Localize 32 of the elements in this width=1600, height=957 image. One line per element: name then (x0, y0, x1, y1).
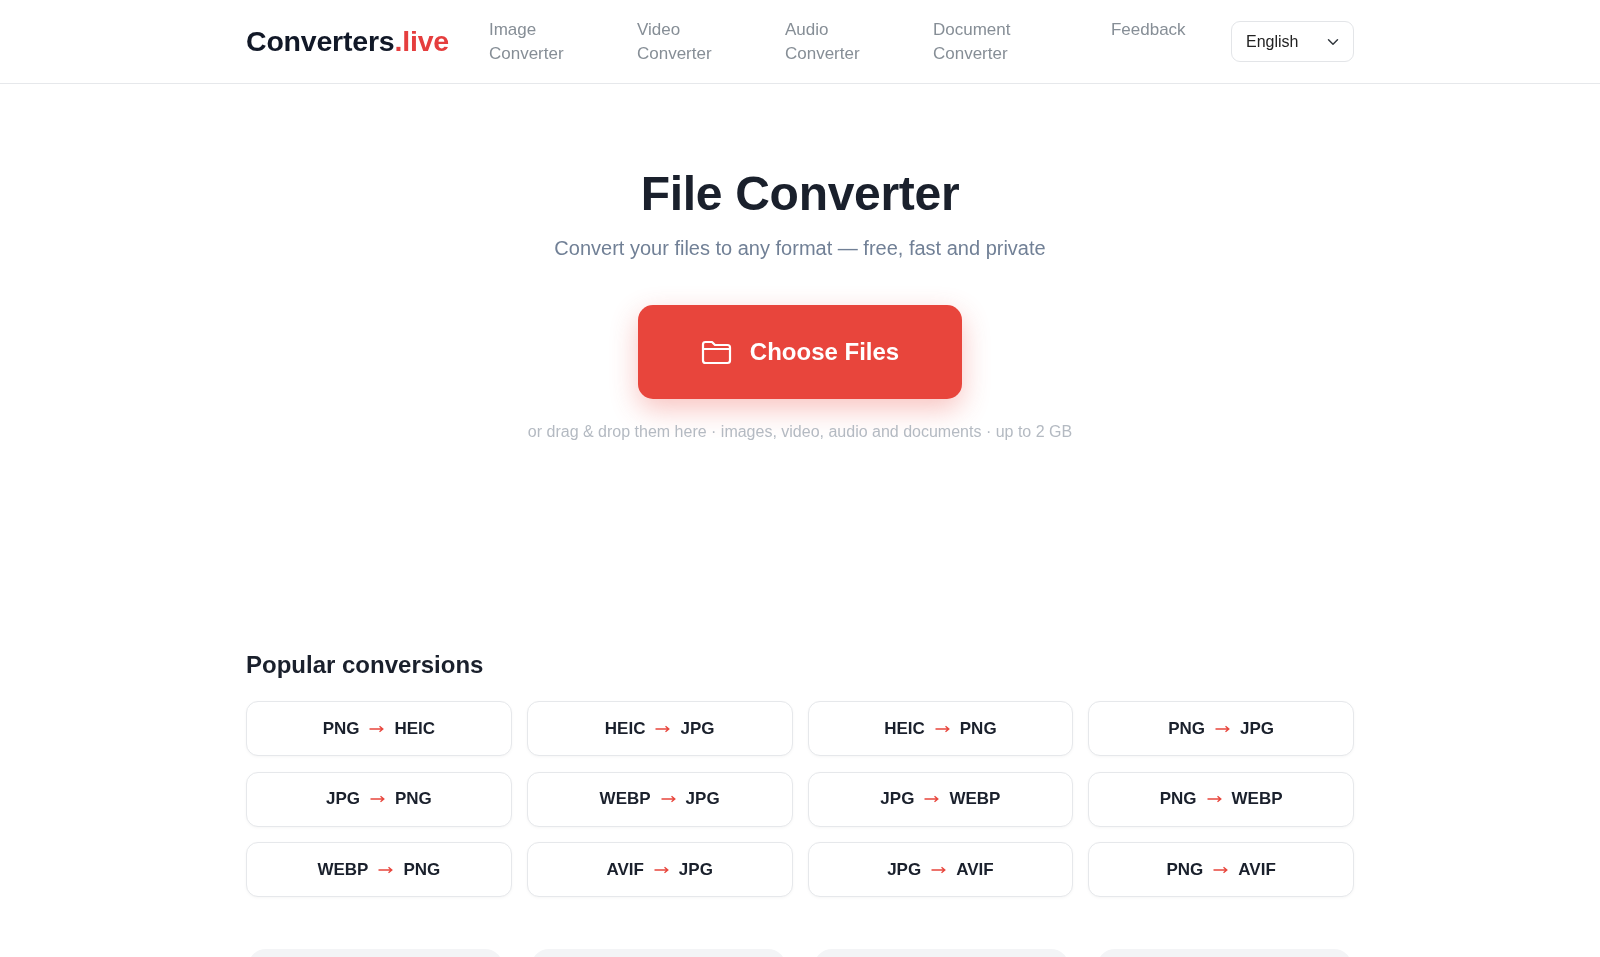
arrow-icon (378, 865, 394, 874)
conversion-link[interactable]: HEIC JPG (526, 701, 793, 756)
arrow-icon (1213, 865, 1229, 874)
arrow-icon (369, 724, 385, 733)
conversion-link[interactable]: WEBP JPG (526, 771, 793, 827)
conversion-link[interactable]: PNG AVIF (1088, 842, 1354, 897)
arrow-icon (924, 795, 940, 803)
arrow-icon (1215, 724, 1231, 733)
arrow-icon (931, 865, 947, 874)
folder-icon (700, 339, 732, 365)
conversion-link[interactable]: JPG WEBP (807, 771, 1074, 827)
language-select[interactable]: English (1231, 21, 1354, 62)
arrow-icon (934, 724, 950, 733)
conversion-link[interactable]: AVIF JPG (526, 842, 793, 897)
conversion-link[interactable]: HEIC PNG (807, 701, 1074, 756)
arrow-icon (655, 724, 671, 733)
conversion-link[interactable]: PNG HEIC (246, 701, 512, 756)
page-title: File Converter (639, 166, 961, 222)
arrow-icon (653, 865, 669, 874)
conversion-link[interactable]: JPG PNG (246, 771, 512, 827)
section-heading: Popular conversions (246, 650, 485, 679)
conversion-link[interactable]: JPG AVIF (807, 842, 1074, 897)
site-logo[interactable]: Converters.live (246, 20, 449, 63)
subtitle: Convert your files to any format — free, fast and private (553, 236, 1047, 261)
conversion-link[interactable]: PNG JPG (1088, 701, 1354, 756)
choose-files-button[interactable]: Choose Files (638, 305, 962, 399)
arrow-icon (369, 795, 385, 803)
conversion-link[interactable]: WEBP PNG (246, 842, 512, 897)
conversion-link[interactable]: PNG WEBP (1088, 771, 1354, 827)
drop-hint: or drag & drop them here · images, video, audio and documents · up to 2 GB (526, 422, 1074, 442)
arrow-icon (1206, 795, 1222, 803)
arrow-icon (660, 795, 676, 803)
